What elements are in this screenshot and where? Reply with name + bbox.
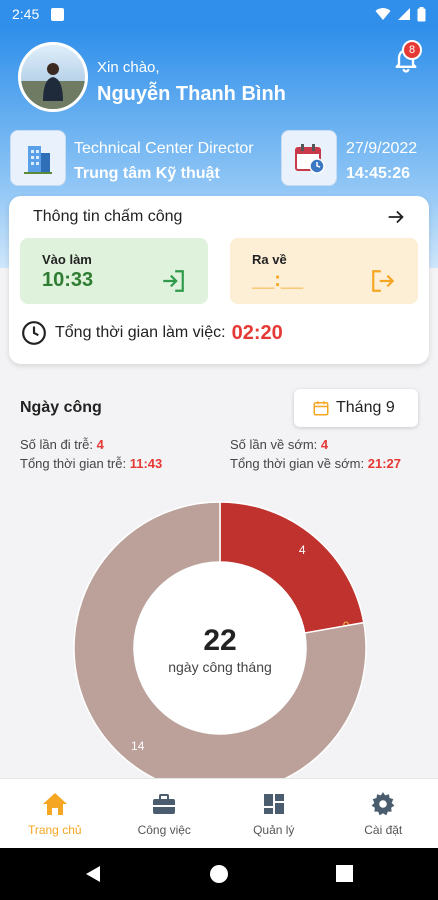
clock-icon [22, 321, 46, 345]
calendar-clock-icon [281, 130, 337, 186]
early-time-value: 21:27 [367, 456, 401, 471]
tab-settings-label: Cài đặt [364, 822, 403, 837]
check-in-time: 10:33 [42, 269, 94, 291]
home-icon [42, 792, 67, 815]
late-count: Số lần đi trễ: 4 [20, 437, 104, 452]
home-button [210, 865, 228, 883]
center-value: 22 [203, 624, 236, 657]
check-out-box[interactable]: Ra về __:__ [230, 238, 418, 304]
donut-label-0: 4 [299, 543, 306, 557]
check-out-time: __:__ [252, 269, 304, 291]
center-label: ngày công tháng [168, 659, 272, 675]
status-time: 2:45 [12, 6, 40, 22]
building-icon [10, 130, 66, 186]
tab-home[interactable]: Trang chủ [0, 779, 110, 848]
late-count-value: 4 [96, 437, 104, 452]
check-out-label: Ra về [252, 252, 287, 267]
month-label: Tháng 9 [336, 399, 395, 416]
signal-icon [398, 8, 410, 20]
tab-work-label: Công việc [137, 822, 191, 837]
user-name: Nguyễn Thanh Bình [97, 83, 286, 105]
job-title: Technical Center Director [74, 140, 254, 157]
early-count: Số lần về sớm: 4 [230, 437, 328, 452]
tab-settings[interactable]: Cài đặt [329, 779, 438, 848]
early-count-label: Số lần về sớm: [230, 437, 318, 452]
current-time: 14:45:26 [346, 165, 411, 182]
total-work-time: Tổng thời gian làm việc: 02:20 [21, 320, 283, 346]
bottom-tab-bar: Trang chủ Công việc Quản lý Cài đặt [0, 778, 438, 848]
back-button [86, 866, 100, 882]
early-count-value: 4 [320, 437, 329, 452]
briefcase-icon [153, 793, 176, 814]
tab-manage-label: Quản lý [253, 822, 295, 837]
check-in-label: Vào làm [42, 252, 92, 267]
wifi-icon [375, 8, 391, 20]
late-count-label: Số lần đi trễ: [20, 437, 93, 452]
late-time-value: 11:43 [129, 456, 163, 471]
battery-icon [417, 6, 426, 21]
workdays-donut-chart: 4014 22 ngày công tháng [73, 501, 367, 795]
current-date: 27/9/2022 [346, 140, 418, 157]
info-row: Technical Center Director Trung tâm Kỹ t… [0, 130, 438, 186]
avatar[interactable] [18, 42, 88, 112]
gear-icon [371, 791, 395, 815]
greeting-text: Xin chào, [97, 59, 160, 76]
month-selector-button[interactable]: Tháng 9 [294, 389, 418, 427]
donut-label-2: 14 [131, 739, 145, 753]
system-navigation-bar [0, 848, 438, 900]
tab-work[interactable]: Công việc [110, 779, 220, 848]
department-name: Trung tâm Kỹ thuật [74, 165, 220, 182]
late-time: Tổng thời gian trễ: 11:43 [20, 456, 162, 471]
dashboard-icon [263, 793, 284, 814]
check-in-box[interactable]: Vào làm 10:33 [20, 238, 208, 304]
recents-button [336, 865, 353, 882]
tab-manage[interactable]: Quản lý [219, 779, 329, 848]
attendance-title: Thông tin chấm công [33, 208, 183, 225]
status-bar: 2:45 [0, 0, 438, 28]
tab-home-label: Trang chủ [27, 822, 82, 837]
early-time: Tổng thời gian về sớm: 21:27 [230, 456, 401, 471]
total-work-label: Tổng thời gian làm việc: [55, 324, 226, 341]
workdays-title: Ngày công [20, 399, 102, 416]
late-time-label: Tổng thời gian trễ: [20, 456, 127, 471]
login-icon [163, 270, 184, 292]
calendar-icon [313, 401, 329, 416]
arrow-right-icon[interactable] [385, 206, 407, 228]
early-time-label: Tổng thời gian về sớm: [230, 456, 365, 471]
notification-badge: 8 [402, 40, 422, 60]
status-icons [375, 6, 426, 22]
total-work-value: 02:20 [231, 321, 283, 344]
notification-square-icon [51, 7, 65, 21]
logout-icon [372, 270, 395, 292]
attendance-card: Thông tin chấm công Vào làm 10:33 Ra về … [9, 196, 429, 364]
